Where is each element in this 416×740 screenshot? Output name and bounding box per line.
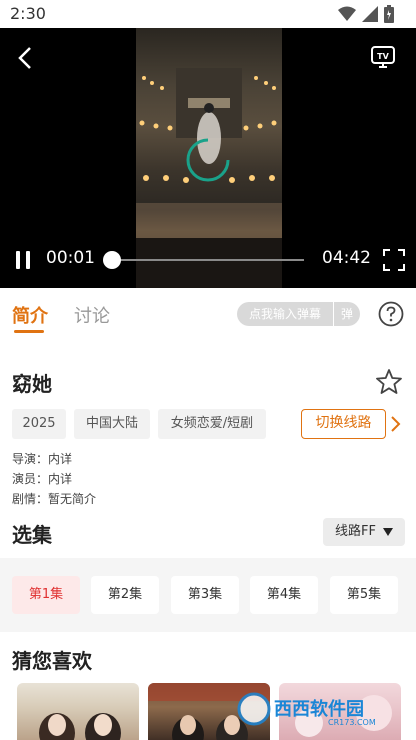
episodes-title: 选集 bbox=[12, 523, 52, 547]
video-title: 窈她 bbox=[12, 372, 52, 396]
tag-region: 中国大陆 bbox=[74, 409, 150, 439]
wifi-icon bbox=[338, 6, 356, 21]
watermark-text: 西西软件园 bbox=[274, 698, 364, 720]
danmu-input[interactable]: 点我输入弹幕 bbox=[237, 302, 333, 326]
episode-item-2[interactable]: 第2集 bbox=[91, 576, 159, 614]
progress-thumb[interactable] bbox=[103, 251, 121, 269]
cast-tv-button[interactable]: TV bbox=[370, 44, 396, 70]
favorite-star-icon[interactable] bbox=[375, 368, 403, 396]
help-icon[interactable] bbox=[378, 301, 404, 327]
watermark-logo: 西西软件园 CR173.COM bbox=[237, 692, 376, 727]
actors-text: 演员：内详 bbox=[12, 472, 73, 486]
signal-icon bbox=[362, 6, 378, 22]
divider bbox=[0, 340, 416, 354]
status-icons bbox=[338, 5, 394, 23]
switch-route-button[interactable]: 切换线路 bbox=[301, 409, 386, 439]
tag-genre: 女频恋爱/短剧 bbox=[158, 409, 266, 439]
tab-discuss[interactable]: 讨论 bbox=[74, 302, 110, 328]
video-player[interactable]: TV 00:01 04:42 bbox=[0, 28, 416, 288]
svg-text:TV: TV bbox=[377, 52, 389, 61]
episode-item-5[interactable]: 第5集 bbox=[330, 576, 398, 614]
tab-intro[interactable]: 简介 bbox=[12, 302, 48, 328]
episode-item-4[interactable]: 第4集 bbox=[250, 576, 318, 614]
poster-image bbox=[39, 713, 121, 740]
status-bar: 2:30 bbox=[0, 0, 416, 28]
tag-year: 2025 bbox=[12, 409, 66, 439]
tab-indicator bbox=[14, 330, 44, 333]
back-button[interactable] bbox=[12, 44, 40, 72]
chevron-right-icon[interactable] bbox=[390, 414, 402, 434]
director-text: 导演：内详 bbox=[12, 452, 73, 466]
loading-spinner-icon bbox=[186, 138, 230, 182]
tab-bar: 简介 讨论 点我输入弹幕 弹 bbox=[0, 288, 416, 340]
fullscreen-button[interactable] bbox=[382, 248, 406, 272]
recommend-card-1[interactable] bbox=[17, 683, 139, 740]
progress-bar[interactable] bbox=[106, 259, 304, 261]
total-time: 04:42 bbox=[322, 248, 371, 268]
caret-down-icon bbox=[383, 528, 393, 536]
recommend-title: 猜您喜欢 bbox=[12, 649, 92, 673]
episode-item-3[interactable]: 第3集 bbox=[171, 576, 239, 614]
danmu-button[interactable]: 弹 bbox=[334, 302, 360, 326]
pause-button[interactable] bbox=[12, 249, 34, 271]
player-controls: 00:01 04:42 bbox=[0, 240, 416, 280]
episode-item-1[interactable]: 第1集 bbox=[12, 576, 80, 614]
status-time: 2:30 bbox=[10, 4, 46, 23]
battery-icon bbox=[384, 5, 394, 23]
watermark-subtext: CR173.COM bbox=[328, 718, 376, 727]
plot-text: 剧情：暂无简介 bbox=[12, 492, 97, 506]
current-time: 00:01 bbox=[46, 248, 95, 268]
